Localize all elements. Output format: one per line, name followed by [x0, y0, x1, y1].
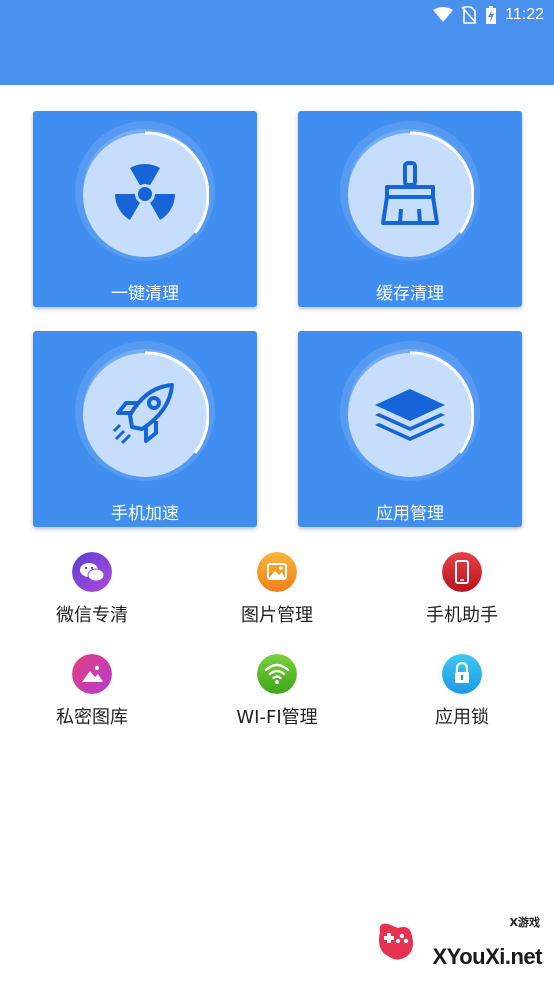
wifi-icon [433, 7, 454, 22]
watermark-site-text: XYouXi.net [432, 944, 543, 969]
rocket-icon [112, 383, 174, 445]
card-label: 缓存清理 [376, 284, 444, 304]
tool-label: 图片管理 [241, 605, 313, 626]
tool-phone-assistant[interactable]: 手机助手 [392, 552, 532, 632]
tool-label: 手机助手 [426, 605, 498, 626]
status-icons: 11:22 [433, 4, 544, 26]
tool-label: 微信专清 [56, 605, 128, 626]
tool-label: WI-FI管理 [236, 707, 318, 728]
status-time: 11:22 [505, 6, 544, 23]
radiation-icon [114, 163, 175, 220]
tool-image-manage[interactable]: 图片管理 [207, 552, 347, 632]
tool-wechat-clean[interactable]: 微信专清 [22, 552, 162, 632]
status-bar: 11:22 [0, 0, 554, 85]
wifi-manage-icon [257, 654, 297, 694]
tool-label: 私密图库 [56, 707, 128, 728]
tool-app-lock[interactable]: 应用锁 [392, 654, 532, 734]
tool-wifi-manage[interactable]: WI-FI管理 [207, 654, 347, 734]
broom-icon [381, 161, 439, 225]
tool-label: 应用锁 [435, 707, 489, 728]
image-icon [257, 552, 297, 592]
watermark: X游戏 XYouXi.net [374, 914, 544, 974]
card-label: 手机加速 [111, 504, 179, 524]
phone-icon [442, 552, 482, 592]
lock-icon [442, 654, 482, 694]
gamepad-logo-icon [379, 923, 413, 960]
battery-charging-icon [486, 6, 497, 24]
tool-private-gallery[interactable]: 私密图库 [22, 654, 162, 734]
card-one-key-clean[interactable]: 一键清理 [33, 111, 257, 307]
watermark-small-text: X游戏 [509, 916, 540, 929]
card-label: 一键清理 [111, 284, 179, 304]
card-label: 应用管理 [376, 504, 444, 524]
no-sim-icon [461, 6, 477, 24]
layers-icon [375, 389, 445, 441]
card-phone-speedup[interactable]: 手机加速 [33, 331, 257, 527]
card-cache-clean[interactable]: 缓存清理 [298, 111, 522, 307]
wechat-icon [72, 552, 112, 592]
card-app-management[interactable]: 应用管理 [298, 331, 522, 527]
private-gallery-icon [72, 654, 112, 694]
